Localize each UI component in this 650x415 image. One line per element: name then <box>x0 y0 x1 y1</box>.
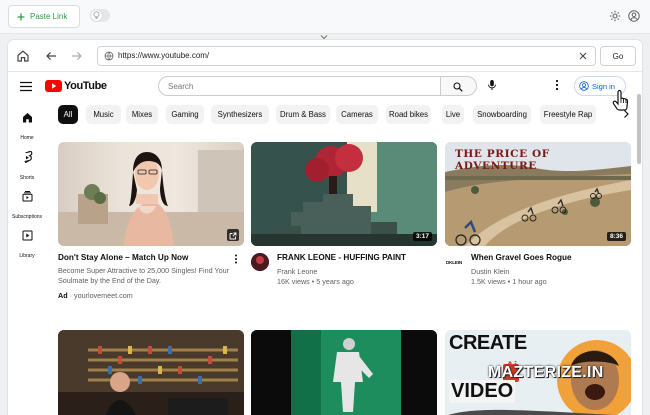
chip-synthesizers[interactable]: Synthesizers <box>211 105 269 124</box>
chip-live[interactable]: Live <box>442 105 464 124</box>
thumbnail-text-video: VIDEO <box>449 380 516 403</box>
sidebar-item-label: Home <box>20 135 34 141</box>
gear-icon[interactable] <box>609 10 621 22</box>
chip-cameras[interactable]: Cameras <box>336 105 378 124</box>
hamburger-menu-icon[interactable] <box>20 81 32 92</box>
channel-name[interactable]: Dustin Klein <box>471 267 509 277</box>
video-title[interactable]: FRANK LEONE - HUFFING PAINT <box>277 253 406 262</box>
back-arrow-icon[interactable] <box>44 49 58 63</box>
video-thumbnail[interactable]: CREATE Ai VIDEO MAZTERIZE.IN <box>445 330 631 415</box>
thumbnail-art <box>58 330 244 415</box>
ad-domain[interactable]: · yourlovemeet.com <box>70 291 133 300</box>
chip-music[interactable]: Music <box>86 105 121 124</box>
smart-mode-toggle[interactable] <box>90 9 110 22</box>
channel-avatar[interactable]: DKLEIN <box>445 253 463 271</box>
video-thumbnail[interactable]: THE PRICE OF ADVENTURE 8:36 <box>445 142 631 246</box>
ad-badge: Ad <box>58 291 68 300</box>
channel-avatar-text: DKLEIN <box>446 259 462 265</box>
youtube-play-icon <box>45 80 62 92</box>
lightbulb-icon <box>93 11 100 19</box>
plus-icon <box>17 13 25 20</box>
chevron-right-icon[interactable] <box>621 109 631 119</box>
go-button[interactable]: Go <box>600 46 636 66</box>
app-toolbar: Paste Link <box>0 0 650 34</box>
watermark-text: MAZTERIZE.IN <box>488 364 604 381</box>
sidebar-item-shorts[interactable]: Shorts <box>8 151 46 184</box>
thumbnail-art <box>251 330 437 415</box>
browser-navbar: https://www.youtube.com/ Go <box>8 40 642 72</box>
globe-icon <box>104 51 114 61</box>
sidebar-item-home[interactable]: Home <box>8 112 46 144</box>
ad-description-line-1: Become Super Attractive to 25,000 Single… <box>58 266 230 275</box>
channel-avatar[interactable] <box>251 253 269 271</box>
forward-arrow-icon[interactable] <box>70 49 84 63</box>
search-placeholder: Search <box>168 82 194 91</box>
home-icon <box>22 113 32 123</box>
chip-snowboarding[interactable]: Snowboarding <box>473 105 531 124</box>
paste-link-button[interactable]: Paste Link <box>8 5 81 28</box>
address-bar[interactable]: https://www.youtube.com/ <box>97 46 596 66</box>
video-title[interactable]: Don't Stay Alone – Match Up Now <box>58 253 188 262</box>
sidebar-item-subscriptions[interactable]: Subscriptions <box>8 191 46 223</box>
chip-drum-and-bass[interactable]: Drum & Bass <box>276 105 330 124</box>
search-input[interactable]: Search <box>158 76 441 96</box>
library-icon <box>22 230 32 241</box>
video-meta: 1.5K views • 1 hour ago <box>471 277 547 286</box>
close-icon[interactable] <box>578 51 588 61</box>
chip-mixes[interactable]: Mixes <box>126 105 158 124</box>
thumbnail-art <box>58 150 244 246</box>
chip-road-bikes[interactable]: Road bikes <box>386 105 431 124</box>
user-icon <box>579 81 589 91</box>
ad-description-line-2: Soulmate by the End of the Day. <box>58 276 161 285</box>
microphone-icon[interactable] <box>486 79 498 91</box>
thumbnail-overlay-text: THE PRICE OF ADVENTURE <box>455 148 550 172</box>
video-thumbnail[interactable] <box>58 330 244 415</box>
sidebar-item-label: Shorts <box>19 175 35 181</box>
sidebar-item-label: Subscriptions <box>11 214 42 220</box>
video-options-icon[interactable] <box>234 254 238 264</box>
search-icon <box>453 82 463 92</box>
sidebar-item-label: Library <box>19 253 35 259</box>
video-title[interactable]: When Gravel Goes Rogue <box>471 253 572 262</box>
thumbnail-text-create: CREATE <box>449 332 527 354</box>
youtube-logo[interactable]: YouTube <box>45 80 107 92</box>
url-text: https://www.youtube.com/ <box>118 51 210 60</box>
shorts-icon <box>23 151 32 163</box>
duration-badge: 3:17 <box>412 232 432 241</box>
external-link-icon[interactable] <box>227 229 239 241</box>
youtube-page: YouTube Search Sign in Home Shorts Subsc… <box>8 72 642 415</box>
video-meta: 16K views • 5 years ago <box>277 277 354 286</box>
home-nav-icon[interactable] <box>16 49 30 63</box>
sidebar-item-library[interactable]: Library <box>8 230 46 262</box>
chip-all[interactable]: All <box>58 105 78 124</box>
youtube-wordmark: YouTube <box>64 80 107 92</box>
thumbnail-art <box>251 142 437 246</box>
search-button[interactable] <box>441 76 477 96</box>
more-options-icon[interactable] <box>554 79 560 91</box>
account-icon[interactable] <box>628 10 640 22</box>
video-thumbnail[interactable]: 3:17 <box>251 142 437 246</box>
scrollbar-thumb[interactable] <box>637 94 641 164</box>
video-thumbnail[interactable] <box>251 330 437 415</box>
browser-window: https://www.youtube.com/ Go YouTube Sear… <box>8 40 642 415</box>
chip-gaming[interactable]: Gaming <box>166 105 204 124</box>
channel-name[interactable]: Frank Leone <box>277 267 317 277</box>
subscriptions-icon <box>22 191 32 202</box>
paste-link-label: Paste Link <box>30 12 68 21</box>
duration-badge: 8:36 <box>606 232 626 241</box>
chip-freestyle-rap[interactable]: Freestyle Rap <box>540 105 596 124</box>
ad-source: Ad · yourlovemeet.com <box>58 291 133 301</box>
video-thumbnail[interactable] <box>58 142 244 246</box>
